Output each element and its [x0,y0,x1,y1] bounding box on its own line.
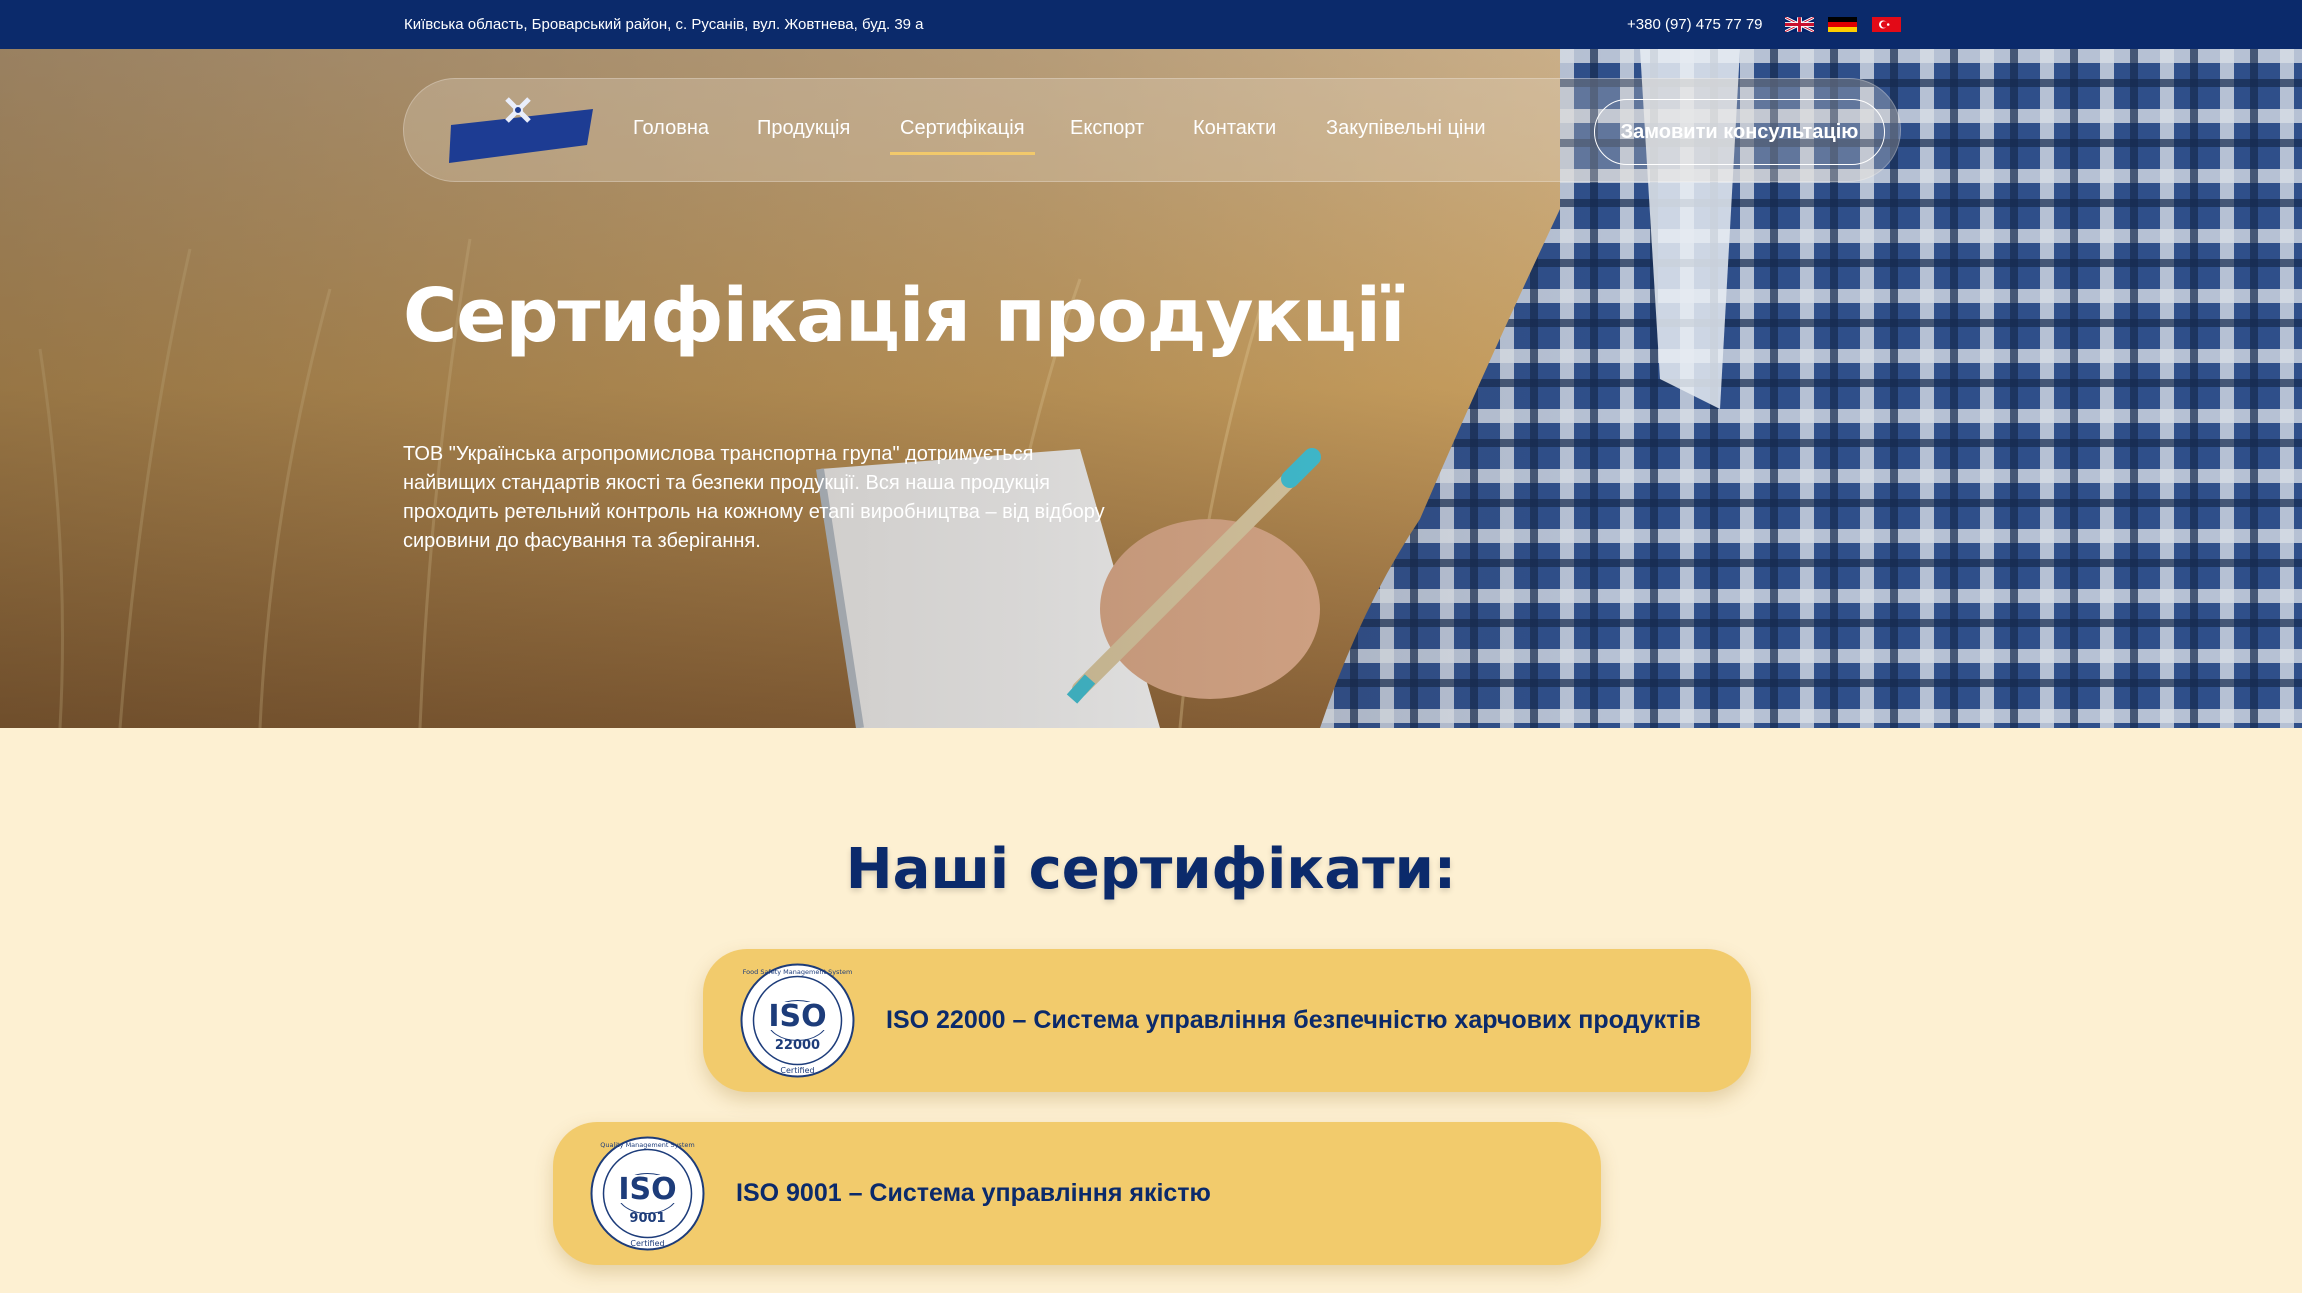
phone-link[interactable]: +380 (97) 475 77 79 [1627,16,1763,33]
iso-22000-seal-icon: ISO 22000 Certified Food Safety Manageme… [739,962,856,1079]
krupomol-logo[interactable] [447,95,597,171]
nav-item-products[interactable]: Продукція [757,117,850,140]
hero-description: ТОВ "Українська агропромислова транспорт… [403,443,1105,552]
iso-9001-seal-icon: ISO 9001 Certified Quality Management Sy… [589,1135,706,1252]
nav-item-contacts[interactable]: Контакти [1193,117,1276,140]
nav-item-home[interactable]: Головна [633,117,709,140]
svg-text:Certified: Certified [630,1239,664,1248]
turkish-flag-icon[interactable] [1872,17,1901,32]
svg-text:9001: 9001 [629,1211,665,1226]
svg-text:Certified: Certified [780,1066,814,1075]
nav-item-export[interactable]: Експорт [1070,117,1144,140]
certificate-label: ISO 22000 – Система управління безпечніс… [886,1006,1701,1034]
certificates-title: Наші сертифікати: [845,837,1457,902]
main-navigation: Головна Продукція Сертифікація Експорт К… [403,78,1901,182]
certificate-card-iso9001: ISO 9001 Certified Quality Management Sy… [553,1122,1601,1265]
german-flag-icon[interactable] [1828,17,1857,32]
top-bar: Київська область, Броварський район, с. … [0,0,2302,49]
svg-text:Quality Management System: Quality Management System [600,1141,694,1149]
page-title: Сертифікація продукції [403,273,1405,359]
nav-item-certification[interactable]: Сертифікація [890,117,1035,155]
svg-text:22000: 22000 [775,1038,820,1053]
svg-text:Food Safety Management System: Food Safety Management System [743,968,853,976]
certificate-label: ISO 9001 – Система управління якістю [736,1179,1211,1207]
svg-text:ISO: ISO [768,999,826,1034]
certificate-card-iso22000: ISO 22000 Certified Food Safety Manageme… [703,949,1751,1092]
address-text: Київська область, Броварський район, с. … [404,16,924,33]
nav-item-purchase-prices[interactable]: Закупівельні ціни [1326,117,1486,140]
english-flag-icon[interactable] [1785,17,1814,32]
svg-text:ISO: ISO [618,1172,676,1207]
order-consultation-button[interactable]: Замовити консультацію [1594,99,1885,165]
